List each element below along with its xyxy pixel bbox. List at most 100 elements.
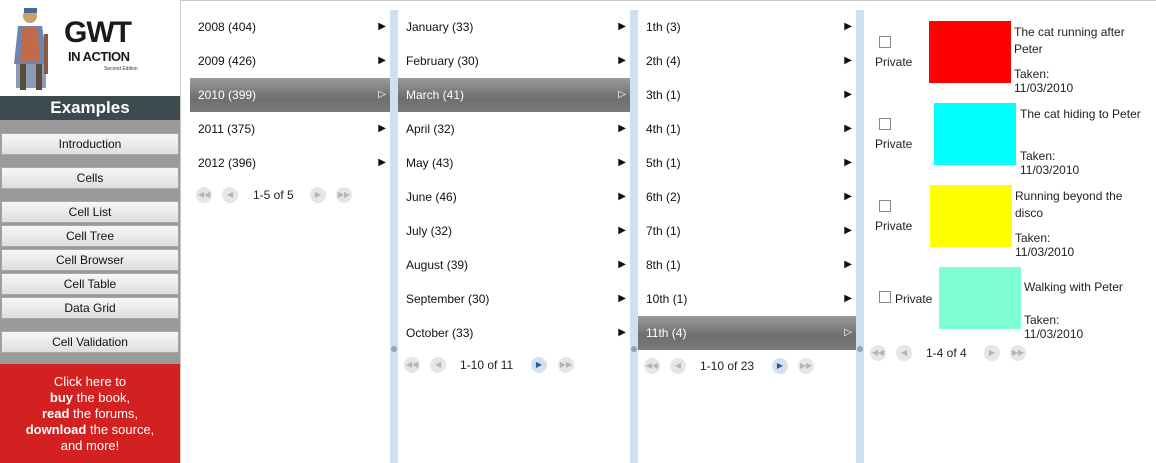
photo-taken: Taken: 11/03/2010 bbox=[1015, 231, 1075, 259]
right-triangle-icon: ▶ bbox=[844, 157, 852, 168]
logo-subtitle: IN ACTION bbox=[68, 49, 130, 64]
year-pager-text: 1-5 of 5 bbox=[253, 188, 294, 202]
splitter-1[interactable] bbox=[390, 10, 398, 463]
right-triangle-icon: ▶ bbox=[618, 327, 626, 338]
right-triangle-icon: ▶ bbox=[618, 293, 626, 304]
month-item[interactable]: May (43) ▶ bbox=[398, 146, 630, 180]
last-page-icon[interactable]: ▶▶ bbox=[558, 357, 574, 373]
nav-cell-list[interactable]: Cell List bbox=[1, 201, 179, 223]
day-item[interactable]: 2th (4) ▶ bbox=[638, 44, 856, 78]
day-item[interactable]: 7th (1) ▶ bbox=[638, 214, 856, 248]
month-item[interactable]: July (32) ▶ bbox=[398, 214, 630, 248]
year-item[interactable]: 2010 (399) ▷ bbox=[190, 78, 390, 112]
photo-title: The cat running after Peter bbox=[1014, 25, 1125, 56]
right-triangle-icon: ▶ bbox=[844, 89, 852, 100]
year-item[interactable]: 2009 (426) ▶ bbox=[190, 44, 390, 78]
last-page-icon[interactable]: ▶▶ bbox=[798, 358, 814, 374]
photo-thumbnail[interactable] bbox=[930, 185, 1012, 247]
splitter-grip-icon[interactable] bbox=[391, 346, 397, 352]
private-label: Private bbox=[875, 55, 913, 69]
book-logo[interactable]: GWT IN ACTION Second Edition bbox=[0, 0, 180, 96]
photo-title: Running beyond the disco bbox=[1015, 189, 1123, 220]
nav-cell-validation[interactable]: Cell Validation bbox=[1, 331, 179, 353]
right-triangle-icon: ▶ bbox=[618, 191, 626, 202]
day-item-label: 6th (2) bbox=[646, 190, 681, 204]
private-label: Private bbox=[895, 292, 933, 306]
private-checkbox[interactable] bbox=[879, 200, 891, 212]
previous-page-icon[interactable]: ◀ bbox=[670, 358, 686, 374]
previous-page-icon[interactable]: ◀ bbox=[430, 357, 446, 373]
month-pager: ◀◀ ◀ 1-10 of 11 ▶ ▶▶ bbox=[398, 355, 630, 375]
month-item-label: July (32) bbox=[406, 224, 453, 238]
photo-pager: ◀◀ ◀ 1-4 of 4 ▶ ▶▶ bbox=[864, 343, 1156, 363]
nav-cell-tree[interactable]: Cell Tree bbox=[1, 225, 179, 247]
month-item[interactable]: September (30) ▶ bbox=[398, 282, 630, 316]
right-triangle-icon: ▶ bbox=[618, 21, 626, 32]
next-page-icon[interactable]: ▶ bbox=[310, 187, 326, 203]
splitter-3[interactable] bbox=[856, 10, 864, 463]
first-page-icon[interactable]: ◀◀ bbox=[404, 357, 420, 373]
right-triangle-icon: ▶ bbox=[844, 21, 852, 32]
right-triangle-icon: ▶ bbox=[378, 157, 386, 168]
private-checkbox[interactable] bbox=[879, 36, 891, 48]
nav-cell-browser[interactable]: Cell Browser bbox=[1, 249, 179, 271]
first-page-icon[interactable]: ◀◀ bbox=[644, 358, 660, 374]
year-item[interactable]: 2011 (375) ▶ bbox=[190, 112, 390, 146]
day-item[interactable]: 3th (1) ▶ bbox=[638, 78, 856, 112]
month-item[interactable]: August (39) ▶ bbox=[398, 248, 630, 282]
photo-pager-text: 1-4 of 4 bbox=[926, 346, 967, 360]
first-page-icon[interactable]: ◀◀ bbox=[870, 345, 886, 361]
previous-page-icon[interactable]: ◀ bbox=[896, 345, 912, 361]
year-item-label: 2011 (375) bbox=[198, 122, 256, 136]
nav-data-grid[interactable]: Data Grid bbox=[1, 297, 179, 319]
year-item[interactable]: 2008 (404) ▶ bbox=[190, 10, 390, 44]
day-item-label: 1th (3) bbox=[646, 20, 681, 34]
month-item[interactable]: October (33) ▶ bbox=[398, 316, 630, 350]
last-page-icon[interactable]: ▶▶ bbox=[336, 187, 352, 203]
day-item[interactable]: 5th (1) ▶ bbox=[638, 146, 856, 180]
photo-thumbnail[interactable] bbox=[934, 103, 1016, 165]
month-pager-text: 1-10 of 11 bbox=[460, 358, 514, 372]
right-triangle-icon: ▶ bbox=[378, 55, 386, 66]
buy-book-promo[interactable]: Click here to buy the book, read the for… bbox=[0, 364, 180, 463]
month-item[interactable]: January (33) ▶ bbox=[398, 10, 630, 44]
next-page-icon[interactable]: ▶ bbox=[772, 358, 788, 374]
month-column: January (33) ▶ February (30) ▶ March (41) ▷ Ap… bbox=[398, 10, 630, 463]
day-item[interactable]: 6th (2) ▶ bbox=[638, 180, 856, 214]
right-triangle-icon: ▶ bbox=[844, 123, 852, 134]
splitter-grip-icon[interactable] bbox=[857, 346, 863, 352]
last-page-icon[interactable]: ▶▶ bbox=[1010, 345, 1026, 361]
right-triangle-icon: ▶ bbox=[618, 123, 626, 134]
right-triangle-icon: ▶ bbox=[618, 157, 626, 168]
private-checkbox[interactable] bbox=[879, 291, 891, 303]
month-item-label: January (33) bbox=[406, 20, 474, 34]
next-page-icon[interactable]: ▶ bbox=[984, 345, 1000, 361]
photo-thumbnail[interactable] bbox=[939, 267, 1021, 329]
month-item[interactable]: February (30) ▶ bbox=[398, 44, 630, 78]
month-item[interactable]: March (41) ▷ bbox=[398, 78, 630, 112]
splitter-grip-icon[interactable] bbox=[631, 346, 637, 352]
year-item[interactable]: 2012 (396) ▶ bbox=[190, 146, 390, 180]
next-page-icon[interactable]: ▶ bbox=[531, 357, 547, 373]
splitter-2[interactable] bbox=[630, 10, 638, 463]
day-item[interactable]: 4th (1) ▶ bbox=[638, 112, 856, 146]
month-item[interactable]: April (32) ▶ bbox=[398, 112, 630, 146]
nav-introduction[interactable]: Introduction bbox=[1, 133, 179, 155]
day-item[interactable]: 1th (3) ▶ bbox=[638, 10, 856, 44]
photo-taken: Taken: 11/03/2010 bbox=[1020, 149, 1080, 177]
figure-illustration-icon bbox=[4, 4, 60, 92]
private-checkbox[interactable] bbox=[879, 118, 891, 130]
day-item-label: 4th (1) bbox=[646, 122, 681, 136]
day-item[interactable]: 10th (1) ▶ bbox=[638, 282, 856, 316]
nav-cells[interactable]: Cells bbox=[1, 167, 179, 189]
day-item[interactable]: 11th (4) ▷ bbox=[638, 316, 856, 350]
right-triangle-icon: ▶ bbox=[844, 225, 852, 236]
previous-page-icon[interactable]: ◀ bbox=[222, 187, 238, 203]
first-page-icon[interactable]: ◀◀ bbox=[196, 187, 212, 203]
photo-thumbnail[interactable] bbox=[929, 21, 1011, 83]
day-item[interactable]: 8th (1) ▶ bbox=[638, 248, 856, 282]
right-triangle-icon: ▷ bbox=[378, 89, 386, 100]
month-item[interactable]: June (46) ▶ bbox=[398, 180, 630, 214]
day-column: 1th (3) ▶ 2th (4) ▶ 3th (1) ▶ 4th (1) ▶ 5th (1) ▶… bbox=[638, 10, 856, 463]
nav-cell-table[interactable]: Cell Table bbox=[1, 273, 179, 295]
